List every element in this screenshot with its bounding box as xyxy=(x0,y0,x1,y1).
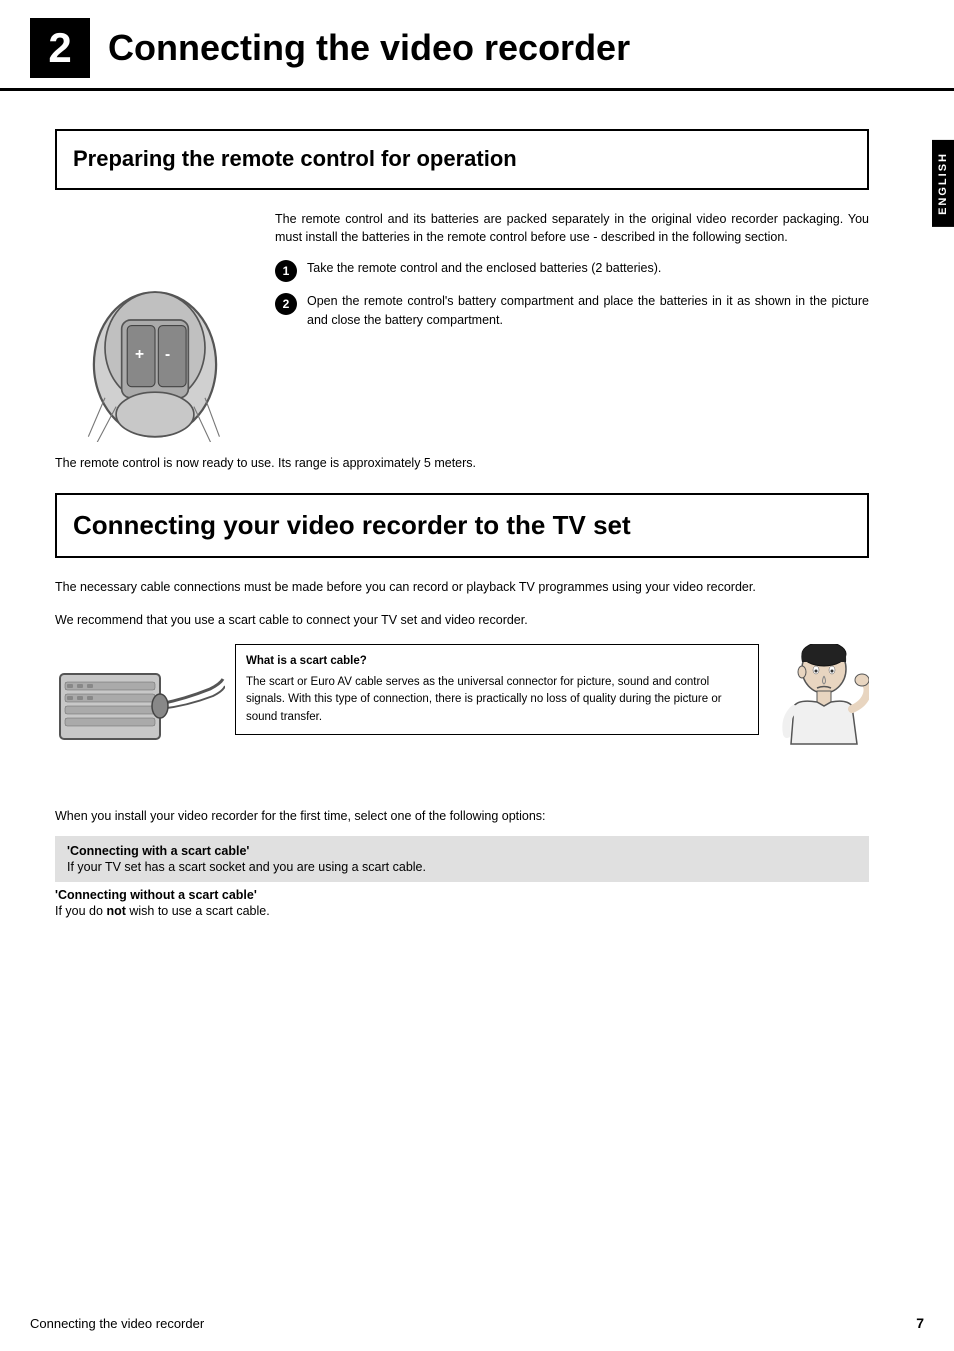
options-area: When you install your video recorder for… xyxy=(55,807,869,918)
option2-desc: If you do not wish to use a scart cable. xyxy=(55,904,869,918)
step1-number: 1 xyxy=(275,260,297,282)
step2-text: Open the remote control's battery compar… xyxy=(307,292,869,330)
section2-title: Connecting your video recorder to the TV… xyxy=(73,509,851,543)
option1-title: 'Connecting with a scart cable' xyxy=(67,844,857,858)
svg-text:-: - xyxy=(165,345,170,362)
svg-text:+: + xyxy=(135,345,144,362)
option1-desc: If your TV set has a scart socket and yo… xyxy=(67,860,857,874)
info-box-title: What is a scart cable? xyxy=(246,653,748,670)
options-intro: When you install your video recorder for… xyxy=(55,807,869,826)
step2-number: 2 xyxy=(275,293,297,315)
option2-desc-suffix: wish to use a scart cable. xyxy=(126,904,270,918)
page-header: 2 Connecting the video recorder xyxy=(0,0,954,91)
connect-layout: What is a scart cable? The scart or Euro… xyxy=(55,644,869,787)
option2-desc-prefix: If you do xyxy=(55,904,106,918)
info-box-area: What is a scart cable? The scart or Euro… xyxy=(235,644,869,787)
person-image xyxy=(769,644,869,787)
page-footer: Connecting the video recorder 7 xyxy=(0,1315,954,1331)
section2-intro2: We recommend that you use a scart cable … xyxy=(55,611,869,630)
section1-title: Preparing the remote control for operati… xyxy=(73,145,851,174)
section1-title-box: Preparing the remote control for operati… xyxy=(55,129,869,190)
option2-desc-bold: not xyxy=(106,904,125,918)
prepare-text-area: The remote control and its batteries are… xyxy=(275,210,869,442)
chapter-number: 2 xyxy=(30,18,90,78)
section1-intro: The remote control and its batteries are… xyxy=(275,210,869,248)
remote-svg: + - xyxy=(55,220,255,442)
option2-row: 'Connecting without a scart cable' If yo… xyxy=(55,888,869,918)
section2-title-box: Connecting your video recorder to the TV… xyxy=(55,493,869,559)
step2: 2 Open the remote control's battery comp… xyxy=(275,292,869,330)
main-content: Preparing the remote control for operati… xyxy=(0,91,924,938)
step1: 1 Take the remote control and the enclos… xyxy=(275,259,869,282)
footer-page-number: 7 xyxy=(916,1315,924,1331)
info-box: What is a scart cable? The scart or Euro… xyxy=(235,644,759,735)
prepare-layout: + - The remote control and its batteries… xyxy=(55,210,869,442)
option2-title: 'Connecting without a scart cable' xyxy=(55,888,869,902)
ready-text: The remote control is now ready to use. … xyxy=(55,454,869,473)
section2-intro1: The necessary cable connections must be … xyxy=(55,578,869,597)
step1-text: Take the remote control and the enclosed… xyxy=(307,259,869,278)
info-box-text: The scart or Euro AV cable serves as the… xyxy=(246,674,748,726)
vcr-image xyxy=(55,644,225,787)
option1-row: 'Connecting with a scart cable' If your … xyxy=(55,836,869,882)
chapter-title: Connecting the video recorder xyxy=(108,27,630,69)
language-tab: ENGLISH xyxy=(932,140,954,227)
person-svg xyxy=(769,644,869,784)
footer-chapter-title: Connecting the video recorder xyxy=(30,1316,204,1331)
remote-control-image: + - xyxy=(55,210,255,442)
vcr-svg xyxy=(55,644,225,784)
